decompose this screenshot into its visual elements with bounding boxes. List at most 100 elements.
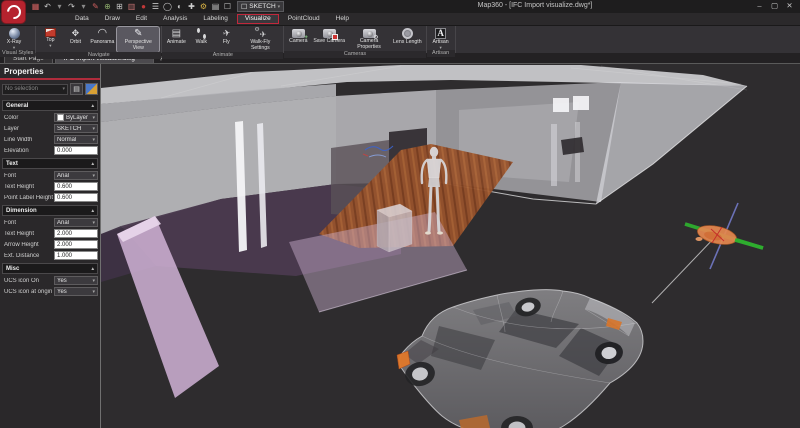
field-dropdown-layer[interactable]: SKETCH▾ bbox=[54, 124, 98, 133]
close-icon[interactable]: ✕ bbox=[782, 0, 797, 12]
ribbon-button-x-ray[interactable]: X-Ray▾ bbox=[2, 27, 26, 50]
redo-caret-icon[interactable]: ▾ bbox=[78, 1, 89, 12]
menu-tab-pointcloud[interactable]: PointCloud bbox=[281, 15, 327, 24]
quick-access-toolbar: ▦↶▾↷▾✎⊕⊞▥●☰◯◐✚⚙▤☐☐SKETCH▾ bbox=[30, 0, 284, 13]
selection-dropdown[interactable]: No selection ▾ bbox=[2, 84, 68, 95]
ribbon-group-artisan: Artisan▾Artisan bbox=[427, 26, 456, 53]
collapse-icon[interactable]: ▴ bbox=[91, 161, 94, 167]
ribbon-button-artisan[interactable]: Artisan▾ bbox=[429, 27, 453, 50]
ribbon-button-panorama[interactable]: Panorama bbox=[88, 27, 116, 52]
bylayer-swatch-icon bbox=[57, 114, 64, 121]
camera-save-icon bbox=[323, 29, 336, 38]
section-header-misc[interactable]: Misc▴ bbox=[2, 263, 98, 274]
chevron-down-icon: ▾ bbox=[92, 115, 95, 121]
chevron-down-icon: ▾ bbox=[92, 137, 95, 143]
field-dropdown-font[interactable]: Arial▾ bbox=[54, 218, 98, 227]
field-input-point-label-height[interactable]: 0.600 bbox=[54, 193, 98, 202]
viewport-canvas[interactable] bbox=[101, 64, 800, 428]
artisan-a-icon bbox=[435, 28, 446, 39]
selection-list-icon[interactable] bbox=[70, 83, 83, 95]
ribbon-button-walk-fly-settings[interactable]: Walk-Fly Settings bbox=[239, 27, 281, 52]
field-dropdown-ucs-icon-at-origin[interactable]: Yes▾ bbox=[54, 287, 98, 296]
field-dropdown-line-width[interactable]: Normal▾ bbox=[54, 135, 98, 144]
ribbon-group-label-cameras: Cameras bbox=[284, 51, 425, 58]
field-color: ColorByLayer▾ bbox=[0, 112, 100, 123]
clipboard-icon[interactable]: ▤ bbox=[210, 1, 221, 12]
record-icon[interactable]: ● bbox=[138, 1, 149, 12]
field-input-elevation[interactable]: 0.000 bbox=[54, 146, 98, 155]
ribbon-group-label-navigate: Navigate bbox=[36, 52, 161, 59]
menu-tab-labeling[interactable]: Labeling bbox=[196, 15, 235, 24]
ucs-axis-gizmo[interactable] bbox=[652, 203, 763, 303]
import-grid-icon[interactable]: ⊞ bbox=[114, 1, 125, 12]
section-header-dimension[interactable]: Dimension▴ bbox=[2, 205, 98, 216]
field-input-ext-distance[interactable]: 1.000 bbox=[54, 251, 98, 260]
ribbon-group-label-animate: Animate bbox=[162, 52, 283, 59]
window-title: Map360 - [IFC Import visualize.dwg*] bbox=[340, 2, 730, 9]
selection-toolbar bbox=[70, 83, 98, 95]
field-input-arrow-height[interactable]: 2.000 bbox=[54, 240, 98, 249]
contrast-icon[interactable]: ◐ bbox=[174, 1, 185, 12]
ribbon-button-animate[interactable]: Animate bbox=[164, 27, 188, 52]
field-layer: LayerSKETCH▾ bbox=[0, 123, 100, 134]
viewport[interactable] bbox=[101, 64, 800, 428]
field-dropdown-color[interactable]: ByLayer▾ bbox=[54, 113, 98, 122]
maximize-icon[interactable]: ▢ bbox=[767, 0, 782, 12]
menu-tab-analysis[interactable]: Analysis bbox=[156, 15, 194, 24]
ribbon-button-walk[interactable]: Walk bbox=[189, 27, 213, 52]
add-icon[interactable]: ✚ bbox=[186, 1, 197, 12]
layer-box-icon[interactable]: ☐ bbox=[222, 1, 233, 12]
undo-icon[interactable]: ↶ bbox=[42, 1, 53, 12]
ribbon-group-animate: AnimateWalkFlyWalk-Fly SettingsAnimate bbox=[162, 26, 284, 53]
ribbon-button-camera[interactable]: Camera bbox=[286, 27, 310, 51]
field-font: FontArial▾ bbox=[0, 217, 100, 228]
storage-box[interactable] bbox=[377, 204, 412, 252]
layer-dropdown[interactable]: ☐SKETCH▾ bbox=[237, 1, 284, 12]
ribbon-group-navigate: Top▾OrbitPanoramaPerspective ViewNavigat… bbox=[36, 26, 162, 53]
field-text-height: Text Height2.000 bbox=[0, 228, 100, 239]
field-input-text-height[interactable]: 0.600 bbox=[54, 182, 98, 191]
map360-logo-icon[interactable] bbox=[2, 1, 25, 23]
camera-add-icon bbox=[292, 29, 305, 38]
menu-tab-help[interactable]: Help bbox=[329, 15, 356, 24]
ribbon-button-save-camera[interactable]: Save Camera bbox=[311, 27, 347, 51]
ribbon-button-camera-properties[interactable]: Camera Properties bbox=[348, 27, 390, 51]
color-palette-icon[interactable] bbox=[85, 83, 98, 95]
logo-ring-icon bbox=[4, 2, 24, 22]
menu-tab-visualize[interactable]: Visualize bbox=[237, 14, 279, 25]
ribbon: X-Ray▾Visual StylesTop▾OrbitPanoramaPers… bbox=[0, 26, 800, 53]
menu-tab-draw[interactable]: Draw bbox=[98, 15, 127, 24]
field-input-text-height[interactable]: 2.000 bbox=[54, 229, 98, 238]
ribbon-button-fly[interactable]: Fly bbox=[214, 27, 238, 52]
redo-icon[interactable]: ↷ bbox=[66, 1, 77, 12]
ribbon-button-orbit[interactable]: Orbit bbox=[63, 27, 87, 52]
sketch-pencil-icon[interactable]: ✎ bbox=[90, 1, 101, 12]
collapse-icon[interactable]: ▴ bbox=[91, 208, 94, 214]
section-header-text[interactable]: Text▴ bbox=[2, 158, 98, 169]
list-icon[interactable]: ☰ bbox=[150, 1, 161, 12]
field-arrow-height: Arrow Height2.000 bbox=[0, 239, 100, 250]
ribbon-button-perspective-view[interactable]: Perspective View bbox=[117, 27, 159, 52]
menu-tab-edit[interactable]: Edit bbox=[129, 15, 154, 24]
collapse-icon[interactable]: ▴ bbox=[91, 103, 94, 109]
layer-dropdown-value: SKETCH bbox=[249, 3, 275, 10]
chevron-down-icon: ▾ bbox=[92, 126, 95, 132]
section-header-general[interactable]: General▴ bbox=[2, 100, 98, 111]
wireframe-car[interactable] bbox=[397, 290, 643, 428]
undo-caret-icon[interactable]: ▾ bbox=[54, 1, 65, 12]
ribbon-button-top[interactable]: Top▾ bbox=[38, 27, 62, 52]
menu-tab-data[interactable]: Data bbox=[68, 15, 96, 24]
collapse-icon[interactable]: ▴ bbox=[91, 266, 94, 272]
center-target-icon[interactable]: ⊕ bbox=[102, 1, 113, 12]
minimize-icon[interactable]: – bbox=[752, 0, 767, 12]
section-general: General▴ColorByLayer▾LayerSKETCH▾Line Wi… bbox=[0, 100, 100, 156]
field-dropdown-ucs-icon-on[interactable]: Yes▾ bbox=[54, 276, 98, 285]
selection-dropdown-value: No selection bbox=[5, 86, 38, 92]
settings-gear-icon[interactable]: ⚙ bbox=[198, 1, 209, 12]
field-dropdown-font[interactable]: Arial▾ bbox=[54, 171, 98, 180]
circle-tool-icon[interactable]: ◯ bbox=[162, 1, 173, 12]
ribbon-button-lens-length[interactable]: Lens Length bbox=[391, 27, 424, 51]
camera-properties-icon bbox=[363, 29, 376, 38]
save-icon[interactable]: ▦ bbox=[30, 1, 41, 12]
table-icon[interactable]: ▥ bbox=[126, 1, 137, 12]
